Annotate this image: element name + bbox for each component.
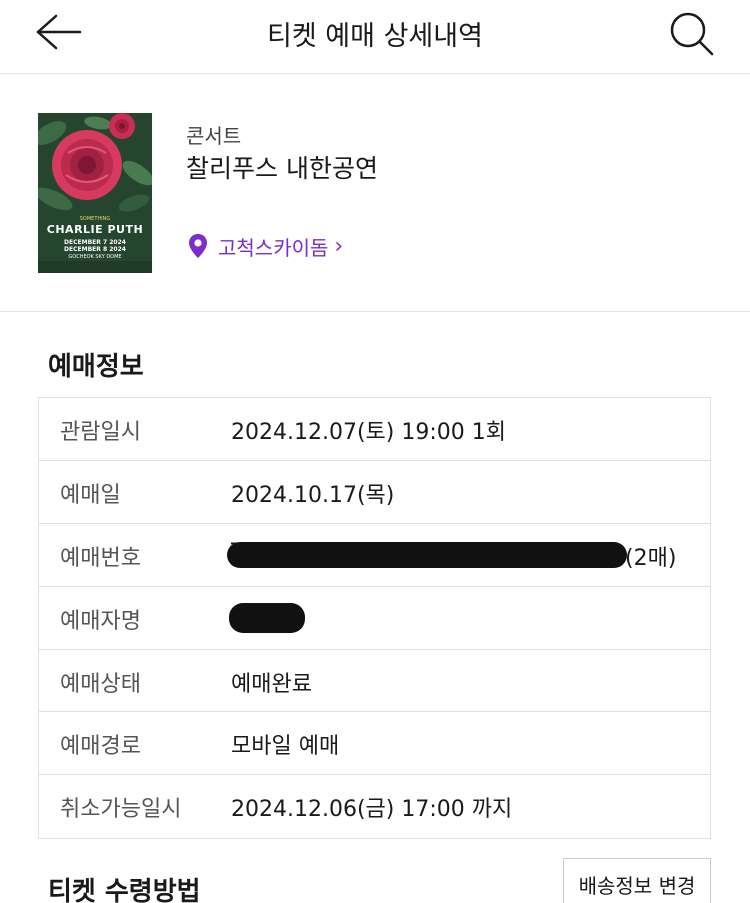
info-label: 예매일 [60, 482, 121, 508]
poster-venue: GOCHEOK SKY DOME [68, 254, 122, 260]
chevron-right-icon: › [334, 233, 344, 259]
info-value: 2024.12.06(금) 17:00 까지 [231, 797, 513, 823]
info-label: 예매경로 [60, 734, 141, 760]
info-row-booking-number: 예매번호 T2 (2매) [39, 524, 710, 587]
venue-link[interactable]: 고척스카이돔 › [188, 231, 343, 261]
info-row-booker-name: 예매자명 [39, 587, 710, 650]
app-header: 티켓 예매 상세내역 [0, 0, 750, 74]
info-label: 예매상태 [60, 671, 141, 697]
info-label: 취소가능일시 [60, 797, 182, 823]
event-summary: SOMETHING CHARLIE PUTH DECEMBER 7 2024 D… [0, 75, 750, 312]
info-value: 2024.10.17(목) [231, 482, 395, 508]
redaction-mark [229, 602, 305, 633]
info-label: 예매자명 [60, 608, 141, 634]
info-row-viewing-datetime: 관람일시 2024.12.07(토) 19:00 1회 [39, 398, 710, 461]
info-row-cancel-deadline: 취소가능일시 2024.12.06(금) 17:00 까지 [39, 775, 710, 838]
poster-subtitle: SOMETHING [79, 216, 111, 222]
search-icon [670, 12, 714, 56]
booking-info-title: 예매정보 [48, 352, 144, 382]
redaction-mark [227, 541, 627, 568]
ticket-receipt-title: 티켓 수령방법 [48, 877, 201, 903]
info-label: 예매번호 [60, 545, 141, 571]
info-value: 2024.12.07(토) 19:00 1회 [231, 420, 506, 445]
change-delivery-button[interactable]: 배송정보 변경 [563, 858, 711, 903]
booking-info-table: 관람일시 2024.12.07(토) 19:00 1회 예매일 2024.10.… [38, 397, 711, 840]
info-row-booking-status: 예매상태 예매완료 [39, 650, 710, 713]
poster-date-2: DECEMBER 8 2024 [64, 246, 126, 253]
search-button[interactable] [664, 8, 720, 58]
info-row-booking-date: 예매일 2024.10.17(목) [39, 461, 710, 524]
info-value: 모바일 예매 [231, 734, 340, 760]
event-poster: SOMETHING CHARLIE PUTH DECEMBER 7 2024 D… [38, 113, 152, 273]
page-title: 티켓 예매 상세내역 [267, 21, 483, 52]
event-title: 찰리푸스 내한공연 [186, 154, 378, 183]
event-category: 콘서트 [186, 124, 242, 148]
info-value: 예매완료 [231, 671, 312, 697]
poster-date-1: DECEMBER 7 2024 [64, 239, 126, 246]
poster-artist-name: CHARLIE PUTH [46, 223, 144, 236]
info-row-booking-channel: 예매경로 모바일 예매 [39, 712, 710, 776]
ticket-count: (2매) [625, 545, 677, 571]
venue-name: 고척스카이돔 [218, 235, 329, 260]
location-pin-icon [189, 234, 207, 258]
info-label: 관람일시 [60, 420, 141, 445]
